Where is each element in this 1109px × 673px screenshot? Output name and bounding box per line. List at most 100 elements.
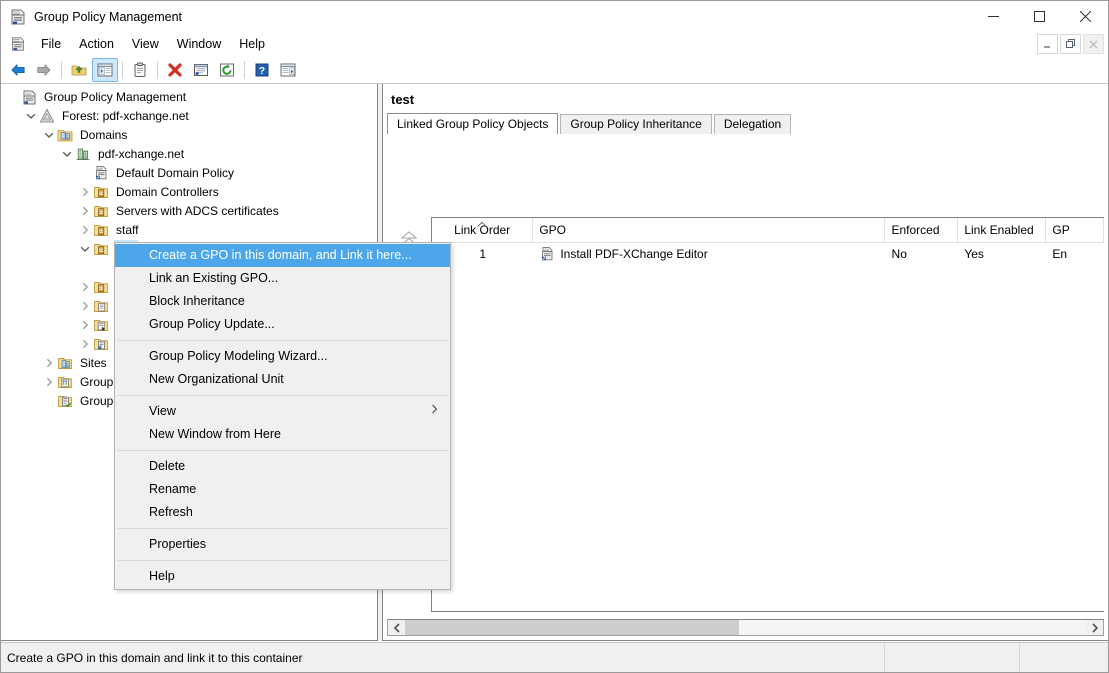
chevron-right-icon[interactable] — [77, 296, 93, 315]
chevron-down-icon[interactable] — [59, 144, 75, 163]
ctx-new-window-from-here[interactable]: New Window from Here — [115, 423, 450, 446]
close-button[interactable] — [1062, 1, 1108, 32]
tab-delegation[interactable]: Delegation — [714, 114, 791, 134]
window-title: Group Policy Management — [34, 10, 182, 24]
chevron-right-icon[interactable] — [77, 220, 93, 239]
context-menu[interactable]: Create a GPO in this domain, and Link it… — [114, 242, 451, 590]
tree-node[interactable]: staff — [1, 220, 377, 239]
ctx-group-policy-update[interactable]: Group Policy Update... — [115, 313, 450, 336]
linked-gpos-area: Link OrderGPOEnforcedLink Enabled GP 1Ins… — [387, 217, 1104, 612]
show-hide-console-tree-button[interactable] — [92, 58, 118, 82]
tree-node[interactable]: Default Domain Policy — [1, 163, 377, 182]
modeling-icon — [57, 374, 73, 390]
column-header-enforced[interactable]: Enforced — [885, 218, 958, 242]
tree-node[interactable]: pdf-xchange.net — [1, 144, 377, 163]
forward-button[interactable] — [31, 58, 57, 82]
chevron-right-icon[interactable] — [41, 353, 57, 372]
menu-item-label: Link an Existing GPO... — [149, 271, 278, 285]
scrollbar-track[interactable] — [405, 620, 1086, 635]
chevron-right-icon[interactable] — [77, 182, 93, 201]
menu-window[interactable]: Window — [168, 34, 230, 54]
delete-button[interactable] — [162, 58, 188, 82]
tree-node-label: pdf-xchange.net — [96, 145, 187, 163]
help-button[interactable]: ? — [249, 58, 275, 82]
chevron-down-icon[interactable] — [23, 106, 39, 125]
ctx-create-gpo-and-link[interactable]: Create a GPO in this domain, and Link it… — [115, 244, 450, 267]
column-header-link_enabled[interactable]: Link Enabled — [958, 218, 1046, 242]
scroll-left-button[interactable] — [388, 620, 405, 635]
menu-help[interactable]: Help — [230, 34, 274, 54]
toolbar-separator — [157, 61, 158, 79]
column-header-gpo[interactable]: GPO — [533, 218, 885, 242]
back-button[interactable] — [5, 58, 31, 82]
chevron-right-icon[interactable] — [77, 334, 93, 353]
status-bar: Create a GPO in this domain and link it … — [1, 642, 1108, 672]
chevron-right-icon[interactable] — [77, 277, 93, 296]
tab-linked-group-policy-objects[interactable]: Linked Group Policy Objects — [387, 113, 558, 134]
scroll-right-button[interactable] — [1086, 620, 1103, 635]
column-header-gpo_status[interactable]: GP — [1046, 218, 1104, 242]
maximize-button[interactable] — [1016, 1, 1062, 32]
gpmc-icon — [9, 8, 27, 26]
tree-node[interactable]: Domain Controllers — [1, 182, 377, 201]
up-folder-button[interactable] — [66, 58, 92, 82]
mdi-restore-button[interactable] — [1060, 34, 1081, 54]
column-header-order[interactable]: Link Order — [432, 218, 533, 242]
ctx-delete[interactable]: Delete — [115, 455, 450, 478]
tree-node[interactable]: Forest: pdf-xchange.net — [1, 106, 377, 125]
tree-node[interactable]: Servers with ADCS certificates — [1, 201, 377, 220]
details-pane: test Linked Group Policy ObjectsGroup Po… — [382, 84, 1108, 641]
ctx-rename[interactable]: Rename — [115, 478, 450, 501]
sort-ascending-icon — [477, 218, 488, 231]
tree-node[interactable]: Group Policy Management — [1, 87, 377, 106]
ctx-help[interactable]: Help — [115, 565, 450, 588]
chevron-down-icon[interactable] — [41, 125, 57, 144]
menu-view[interactable]: View — [123, 34, 168, 54]
properties-window-button[interactable] — [188, 58, 214, 82]
tree-node-label: Group Policy Management — [42, 88, 189, 106]
ctx-view[interactable]: View — [115, 400, 450, 423]
horizontal-scrollbar[interactable] — [387, 619, 1104, 636]
details-tabs[interactable]: Linked Group Policy ObjectsGroup Policy … — [383, 113, 1108, 134]
cell-text: Yes — [964, 247, 984, 261]
toolbar: ? — [1, 56, 1108, 84]
action-pane-icon — [280, 62, 296, 78]
refresh-button[interactable] — [214, 58, 240, 82]
properties-button[interactable] — [127, 58, 153, 82]
chevron-down-icon[interactable] — [77, 239, 93, 258]
menu-item-label: Rename — [149, 482, 196, 496]
show-hide-action-pane-button[interactable] — [275, 58, 301, 82]
cell-text: Install PDF-XChange Editor — [560, 247, 707, 261]
tree-spacer — [41, 391, 57, 410]
ou-icon — [93, 241, 109, 257]
linked-gpos-list[interactable]: Link OrderGPOEnforcedLink Enabled GP 1Ins… — [431, 217, 1104, 612]
menu-file[interactable]: File — [32, 34, 70, 54]
tree-node-label: Domain Controllers — [114, 183, 222, 201]
ctx-block-inheritance[interactable]: Block Inheritance — [115, 290, 450, 313]
table-row[interactable]: 1Install PDF-XChange EditorNoYesEn — [432, 243, 1104, 265]
menu-item-label: Help — [149, 569, 175, 583]
chevron-right-icon[interactable] — [77, 201, 93, 220]
column-header-label: GP — [1052, 223, 1069, 237]
tab-group-policy-inheritance[interactable]: Group Policy Inheritance — [560, 114, 711, 134]
scrollbar-thumb[interactable] — [405, 620, 739, 635]
list-header[interactable]: Link OrderGPOEnforcedLink Enabled GP — [432, 218, 1104, 243]
tree-node-label: Domains — [78, 126, 130, 144]
chevron-right-icon — [431, 400, 438, 423]
tree-node[interactable]: Domains — [1, 125, 377, 144]
ctx-link-existing-gpo[interactable]: Link an Existing GPO... — [115, 267, 450, 290]
ou-icon — [93, 184, 109, 200]
ctx-properties[interactable]: Properties — [115, 533, 450, 556]
menu-item-label: New Window from Here — [149, 427, 281, 441]
svg-text:?: ? — [259, 65, 265, 77]
minimize-button[interactable] — [970, 1, 1016, 32]
mdi-close-button — [1083, 34, 1104, 54]
list-body[interactable]: 1Install PDF-XChange EditorNoYesEn — [432, 243, 1104, 265]
ctx-group-policy-modeling-wizard[interactable]: Group Policy Modeling Wizard... — [115, 345, 450, 368]
ctx-new-organizational-unit[interactable]: New Organizational Unit — [115, 368, 450, 391]
mdi-minimize-button[interactable] — [1037, 34, 1058, 54]
ctx-refresh[interactable]: Refresh — [115, 501, 450, 524]
menu-action[interactable]: Action — [70, 34, 123, 54]
chevron-right-icon[interactable] — [41, 372, 57, 391]
chevron-right-icon[interactable] — [77, 315, 93, 334]
